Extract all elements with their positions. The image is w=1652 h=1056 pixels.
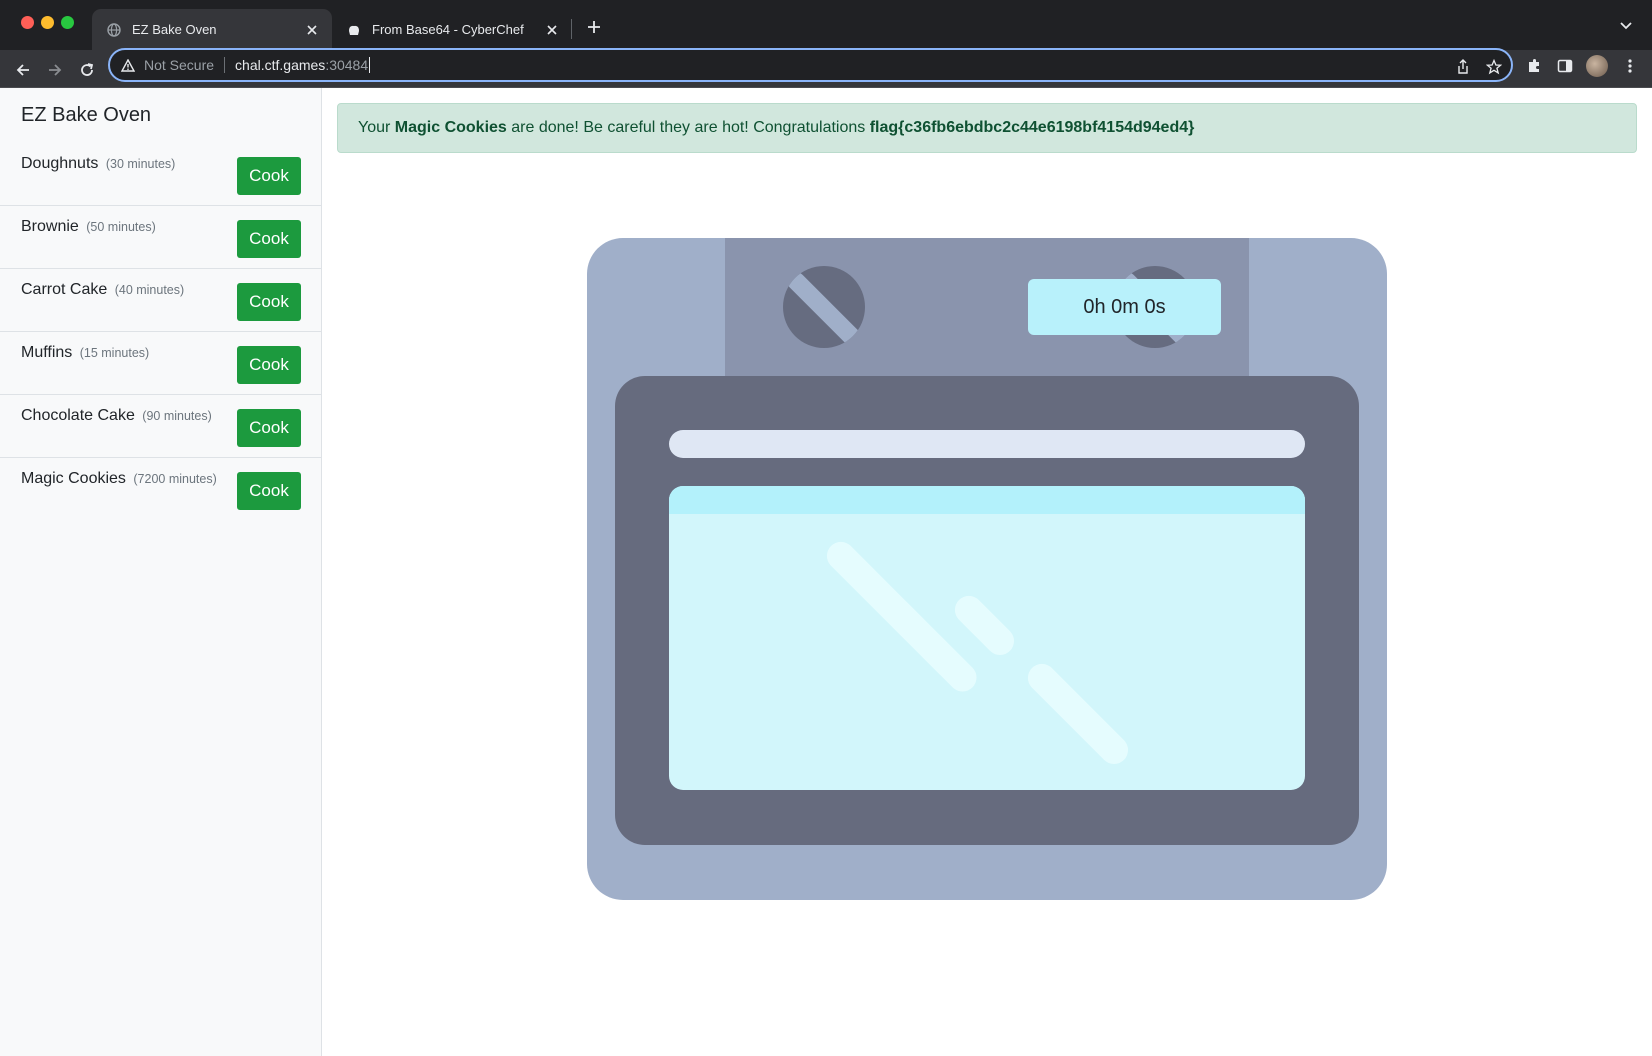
tab-cyberchef[interactable]: From Base64 - CyberChef xyxy=(332,9,572,50)
minimize-window-button[interactable] xyxy=(41,16,54,29)
cook-button-chocolate-cake[interactable]: Cook xyxy=(237,409,301,447)
recipe-duration: (15 minutes) xyxy=(79,346,150,360)
globe-icon xyxy=(106,22,122,38)
text-caret xyxy=(369,57,371,73)
maximize-window-button[interactable] xyxy=(61,16,74,29)
tab-title: From Base64 - CyberChef xyxy=(372,22,524,37)
oven-knob-left xyxy=(783,266,865,348)
recipe-label: Brownie xyxy=(21,218,79,235)
share-icon[interactable] xyxy=(1454,58,1472,76)
oven-window xyxy=(669,486,1305,790)
side-panel-icon[interactable] xyxy=(1554,55,1576,77)
recipe-duration: (90 minutes) xyxy=(142,409,212,423)
cook-button-brownie[interactable]: Cook xyxy=(237,220,301,258)
recipe-label: Doughnuts xyxy=(21,155,99,172)
sidebar: EZ Bake Oven Doughnuts (30 minutes) Cook… xyxy=(0,88,322,1056)
tab-divider xyxy=(571,19,572,39)
oven-illustration: 0h 0m 0s xyxy=(587,238,1387,900)
recipe-name: Muffins (15 minutes) xyxy=(21,344,149,362)
cook-button-doughnuts[interactable]: Cook xyxy=(237,157,301,195)
recipe-label: Muffins xyxy=(21,344,73,361)
recipe-duration: (30 minutes) xyxy=(105,157,176,171)
alert-message: are done! Be careful they are hot! Congr… xyxy=(511,119,866,136)
address-host: chal.ctf.games xyxy=(235,57,326,73)
recipe-name: Brownie (50 minutes) xyxy=(21,218,156,236)
recipe-item-muffins: Muffins (15 minutes) Cook xyxy=(0,332,321,395)
reload-icon[interactable] xyxy=(76,59,98,81)
plus-icon[interactable] xyxy=(583,16,605,38)
alert-flag: flag{c36fb6ebdbc2c44e6198bf4154d94ed4} xyxy=(869,119,1195,136)
page-content: EZ Bake Oven Doughnuts (30 minutes) Cook… xyxy=(0,88,1652,1056)
cyberchef-icon xyxy=(346,22,362,38)
recipe-item-chocolate-cake: Chocolate Cake (90 minutes) Cook xyxy=(0,395,321,458)
star-icon[interactable] xyxy=(1485,58,1503,76)
recipe-item-doughnuts: Doughnuts (30 minutes) Cook xyxy=(0,143,321,206)
recipe-name: Magic Cookies (7200 minutes) xyxy=(21,470,217,488)
oven-door xyxy=(615,376,1359,845)
tab-ez-bake-oven[interactable]: EZ Bake Oven xyxy=(92,9,332,50)
close-window-button[interactable] xyxy=(21,16,34,29)
success-alert: Your Magic Cookies are done! Be careful … xyxy=(337,103,1637,153)
recipe-label: Chocolate Cake xyxy=(21,407,135,424)
oven-timer: 0h 0m 0s xyxy=(1028,279,1221,335)
recipe-label: Carrot Cake xyxy=(21,281,108,298)
oven-handle xyxy=(669,430,1305,458)
recipe-duration: (40 minutes) xyxy=(114,283,185,297)
close-icon[interactable] xyxy=(304,22,320,38)
cook-button-carrot-cake[interactable]: Cook xyxy=(237,283,301,321)
avatar[interactable] xyxy=(1586,55,1608,77)
close-icon[interactable] xyxy=(544,22,560,38)
forward-arrow-icon[interactable] xyxy=(44,59,66,81)
back-arrow-icon[interactable] xyxy=(12,59,34,81)
alert-item: Magic Cookies xyxy=(394,119,507,136)
app-title: EZ Bake Oven xyxy=(21,104,152,126)
cook-button-magic-cookies[interactable]: Cook xyxy=(237,472,301,510)
recipe-name: Doughnuts (30 minutes) xyxy=(21,155,175,173)
recipe-item-brownie: Brownie (50 minutes) Cook xyxy=(0,206,321,269)
extensions-icon[interactable] xyxy=(1523,55,1545,77)
cook-button-muffins[interactable]: Cook xyxy=(237,346,301,384)
address-port: :30484 xyxy=(325,57,369,73)
recipe-name: Chocolate Cake (90 minutes) xyxy=(21,407,212,425)
recipe-name: Carrot Cake (40 minutes) xyxy=(21,281,184,299)
recipe-duration: (7200 minutes) xyxy=(133,472,217,486)
address-divider xyxy=(224,57,226,73)
browser-tab-strip: EZ Bake Oven From Base64 - CyberChef xyxy=(0,0,1652,50)
address-bar[interactable]: Not Secure chal.ctf.games:30484 xyxy=(108,48,1513,82)
recipe-item-carrot-cake: Carrot Cake (40 minutes) Cook xyxy=(0,269,321,332)
recipe-item-magic-cookies: Magic Cookies (7200 minutes) Cook xyxy=(0,458,321,521)
oven-control-panel: 0h 0m 0s xyxy=(725,238,1249,378)
chevron-down-icon[interactable] xyxy=(1618,17,1638,37)
security-label[interactable]: Not Secure xyxy=(144,57,214,73)
warning-icon[interactable] xyxy=(120,57,136,73)
alert-prefix: Your xyxy=(358,119,391,136)
recipe-label: Magic Cookies xyxy=(21,470,126,487)
more-icon[interactable] xyxy=(1619,55,1641,77)
recipe-duration: (50 minutes) xyxy=(86,220,156,234)
tab-title: EZ Bake Oven xyxy=(132,22,217,37)
